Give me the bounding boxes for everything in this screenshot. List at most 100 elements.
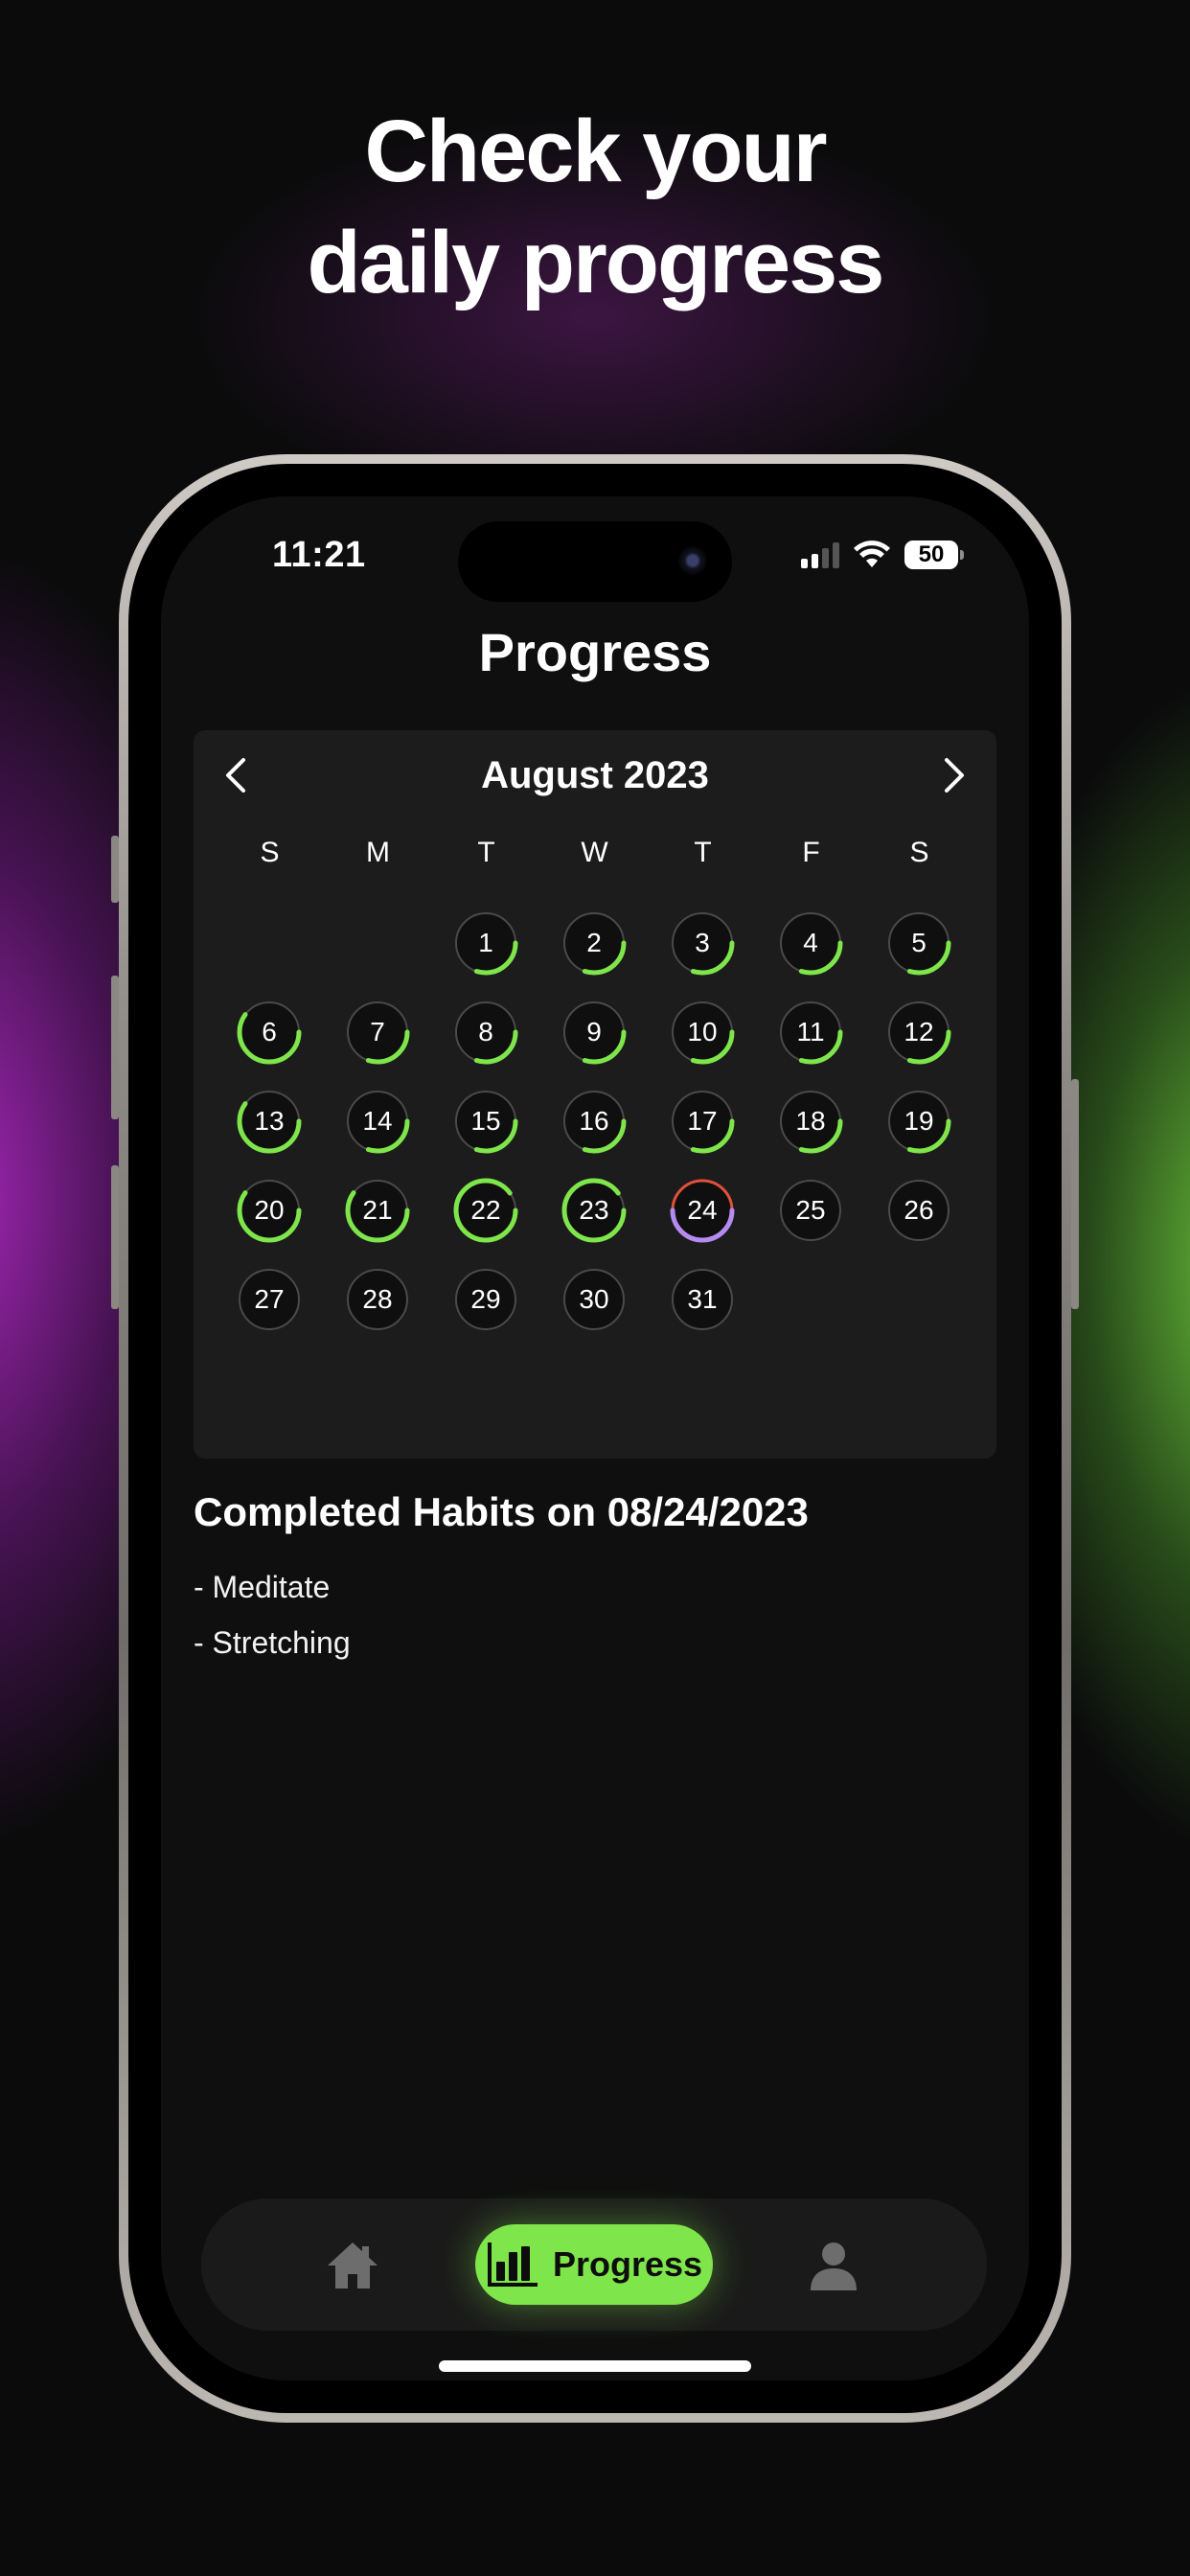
weekday-label: S [260,837,280,868]
calendar-day-number: 8 [478,1017,493,1046]
calendar-day-number: 3 [695,928,710,957]
mute-switch [111,836,119,903]
home-indicator [439,2360,751,2372]
volume-up-button [111,976,119,1119]
completed-habits-title: Completed Habits on 08/24/2023 [194,1489,809,1534]
status-time: 11:21 [272,535,366,575]
calendar-day-number: 29 [470,1284,501,1314]
calendar-day[interactable]: 13 [236,1088,303,1155]
calendar-day-number: 16 [579,1106,609,1136]
calendar-day-number: 17 [687,1106,718,1136]
calendar-day[interactable]: 29 [452,1266,519,1333]
calendar-day[interactable]: 21 [344,1177,411,1244]
calendar-day-number: 24 [687,1195,718,1225]
calendar-day[interactable]: 25 [777,1177,844,1244]
calendar-day-number: 1 [478,928,493,957]
battery-icon: 50 [904,540,964,569]
calendar-day-number: 5 [911,928,927,957]
calendar-day-number: 20 [254,1195,285,1225]
calendar-day[interactable]: 17 [669,1088,736,1155]
next-month-button[interactable] [929,751,977,799]
habit-item-stretching: - Stretching [194,1625,351,1660]
calendar-month-label: August 2023 [481,754,709,796]
calendar-day-number: 31 [687,1284,718,1314]
wifi-icon [854,540,890,567]
calendar-day[interactable]: 10 [669,999,736,1066]
habit-item-meditate: - Meditate [194,1570,331,1604]
calendar-day[interactable]: 26 [885,1177,952,1244]
volume-down-button [111,1165,119,1309]
weekday-header-row: SMTWTFS [194,834,996,872]
calendar-day[interactable]: 3 [669,909,736,977]
calendar-day[interactable]: 28 [344,1266,411,1333]
calendar-day-number: 15 [470,1106,501,1136]
calendar-day[interactable]: 23 [561,1177,628,1244]
camera-icon [678,546,707,575]
bar-chart-icon [487,2242,538,2287]
calendar-day[interactable]: 5 [885,909,952,977]
calendar-day[interactable]: 27 [236,1266,303,1333]
calendar-day[interactable]: 11 [777,999,844,1066]
power-button [1071,1079,1079,1309]
phone-screen: 11:21 50 Progress August 2023 S M T W T … [161,496,1029,2380]
tab-bar: Progress [201,2198,987,2331]
calendar-day[interactable]: 12 [885,999,952,1066]
weekday-label: T [477,837,495,868]
calendar-day[interactable]: 6 [236,999,303,1066]
calendar-day-number: 7 [370,1017,385,1046]
calendar-day[interactable]: 18 [777,1088,844,1155]
calendar-day[interactable]: 19 [885,1088,952,1155]
calendar-day[interactable]: 15 [452,1088,519,1155]
calendar-day-number: 9 [586,1017,602,1046]
calendar-day-number: 18 [795,1106,826,1136]
tab-profile[interactable] [805,2237,862,2294]
weekday-label: M [366,837,390,868]
calendar-day-number: 2 [586,928,602,957]
calendar-day-number: 6 [262,1017,277,1046]
calendar-day[interactable]: 31 [669,1266,736,1333]
calendar-day[interactable]: 20 [236,1177,303,1244]
calendar-day-number: 28 [362,1284,393,1314]
calendar-day[interactable]: 14 [344,1088,411,1155]
calendar-header: August 2023 [194,751,996,799]
calendar-day-number: 22 [470,1195,501,1225]
calendar-day[interactable]: 9 [561,999,628,1066]
profile-icon [811,2242,857,2290]
calendar-day[interactable]: 2 [561,909,628,977]
weekday-label: F [802,837,820,868]
app-store-screenshot: Check your daily progress 11:21 50 Progr… [0,0,1190,2576]
calendar-day[interactable]: 16 [561,1088,628,1155]
headline-line-2: daily progress [307,214,885,311]
prev-month-button[interactable] [213,751,261,799]
calendar-day-number: 4 [803,928,818,957]
calendar-day-number: 14 [362,1106,393,1136]
calendar-card: August 2023 SMTWTFS 1 2 3 4 5 6 7 8 9 10 11 12 13 14 1… [194,730,996,1459]
calendar-day[interactable]: 8 [452,999,519,1066]
calendar-day[interactable]: 22 [452,1177,519,1244]
calendar-day-number: 21 [362,1195,393,1225]
tab-progress[interactable]: Progress [475,2224,713,2305]
calendar-day[interactable]: 24 [669,1177,736,1244]
calendar-day-number: 13 [254,1106,285,1136]
calendar-day-number: 26 [904,1195,934,1225]
calendar-day-number: 19 [904,1106,934,1136]
calendar-day-number: 11 [796,1017,825,1046]
tab-progress-label: Progress [552,2244,703,2284]
calendar-day-number: 23 [579,1195,609,1225]
calendar-day-number: 27 [254,1284,285,1314]
weekday-label: W [581,837,608,868]
chevron-left-icon [226,758,245,793]
dynamic-island [458,521,732,602]
calendar-day-number: 10 [687,1017,718,1046]
headline-line-1: Check your [364,103,827,200]
calendar-day[interactable]: 1 [452,909,519,977]
calendar-day[interactable]: 30 [561,1266,628,1333]
calendar-day-number: 25 [795,1195,826,1225]
marketing-headline: Check your daily progress [0,96,1190,318]
tab-home[interactable] [324,2237,381,2294]
calendar-day[interactable]: 7 [344,999,411,1066]
chevron-right-icon [945,758,964,793]
page-title: Progress [478,622,712,682]
calendar-day[interactable]: 4 [777,909,844,977]
weekday-label: S [909,837,929,868]
